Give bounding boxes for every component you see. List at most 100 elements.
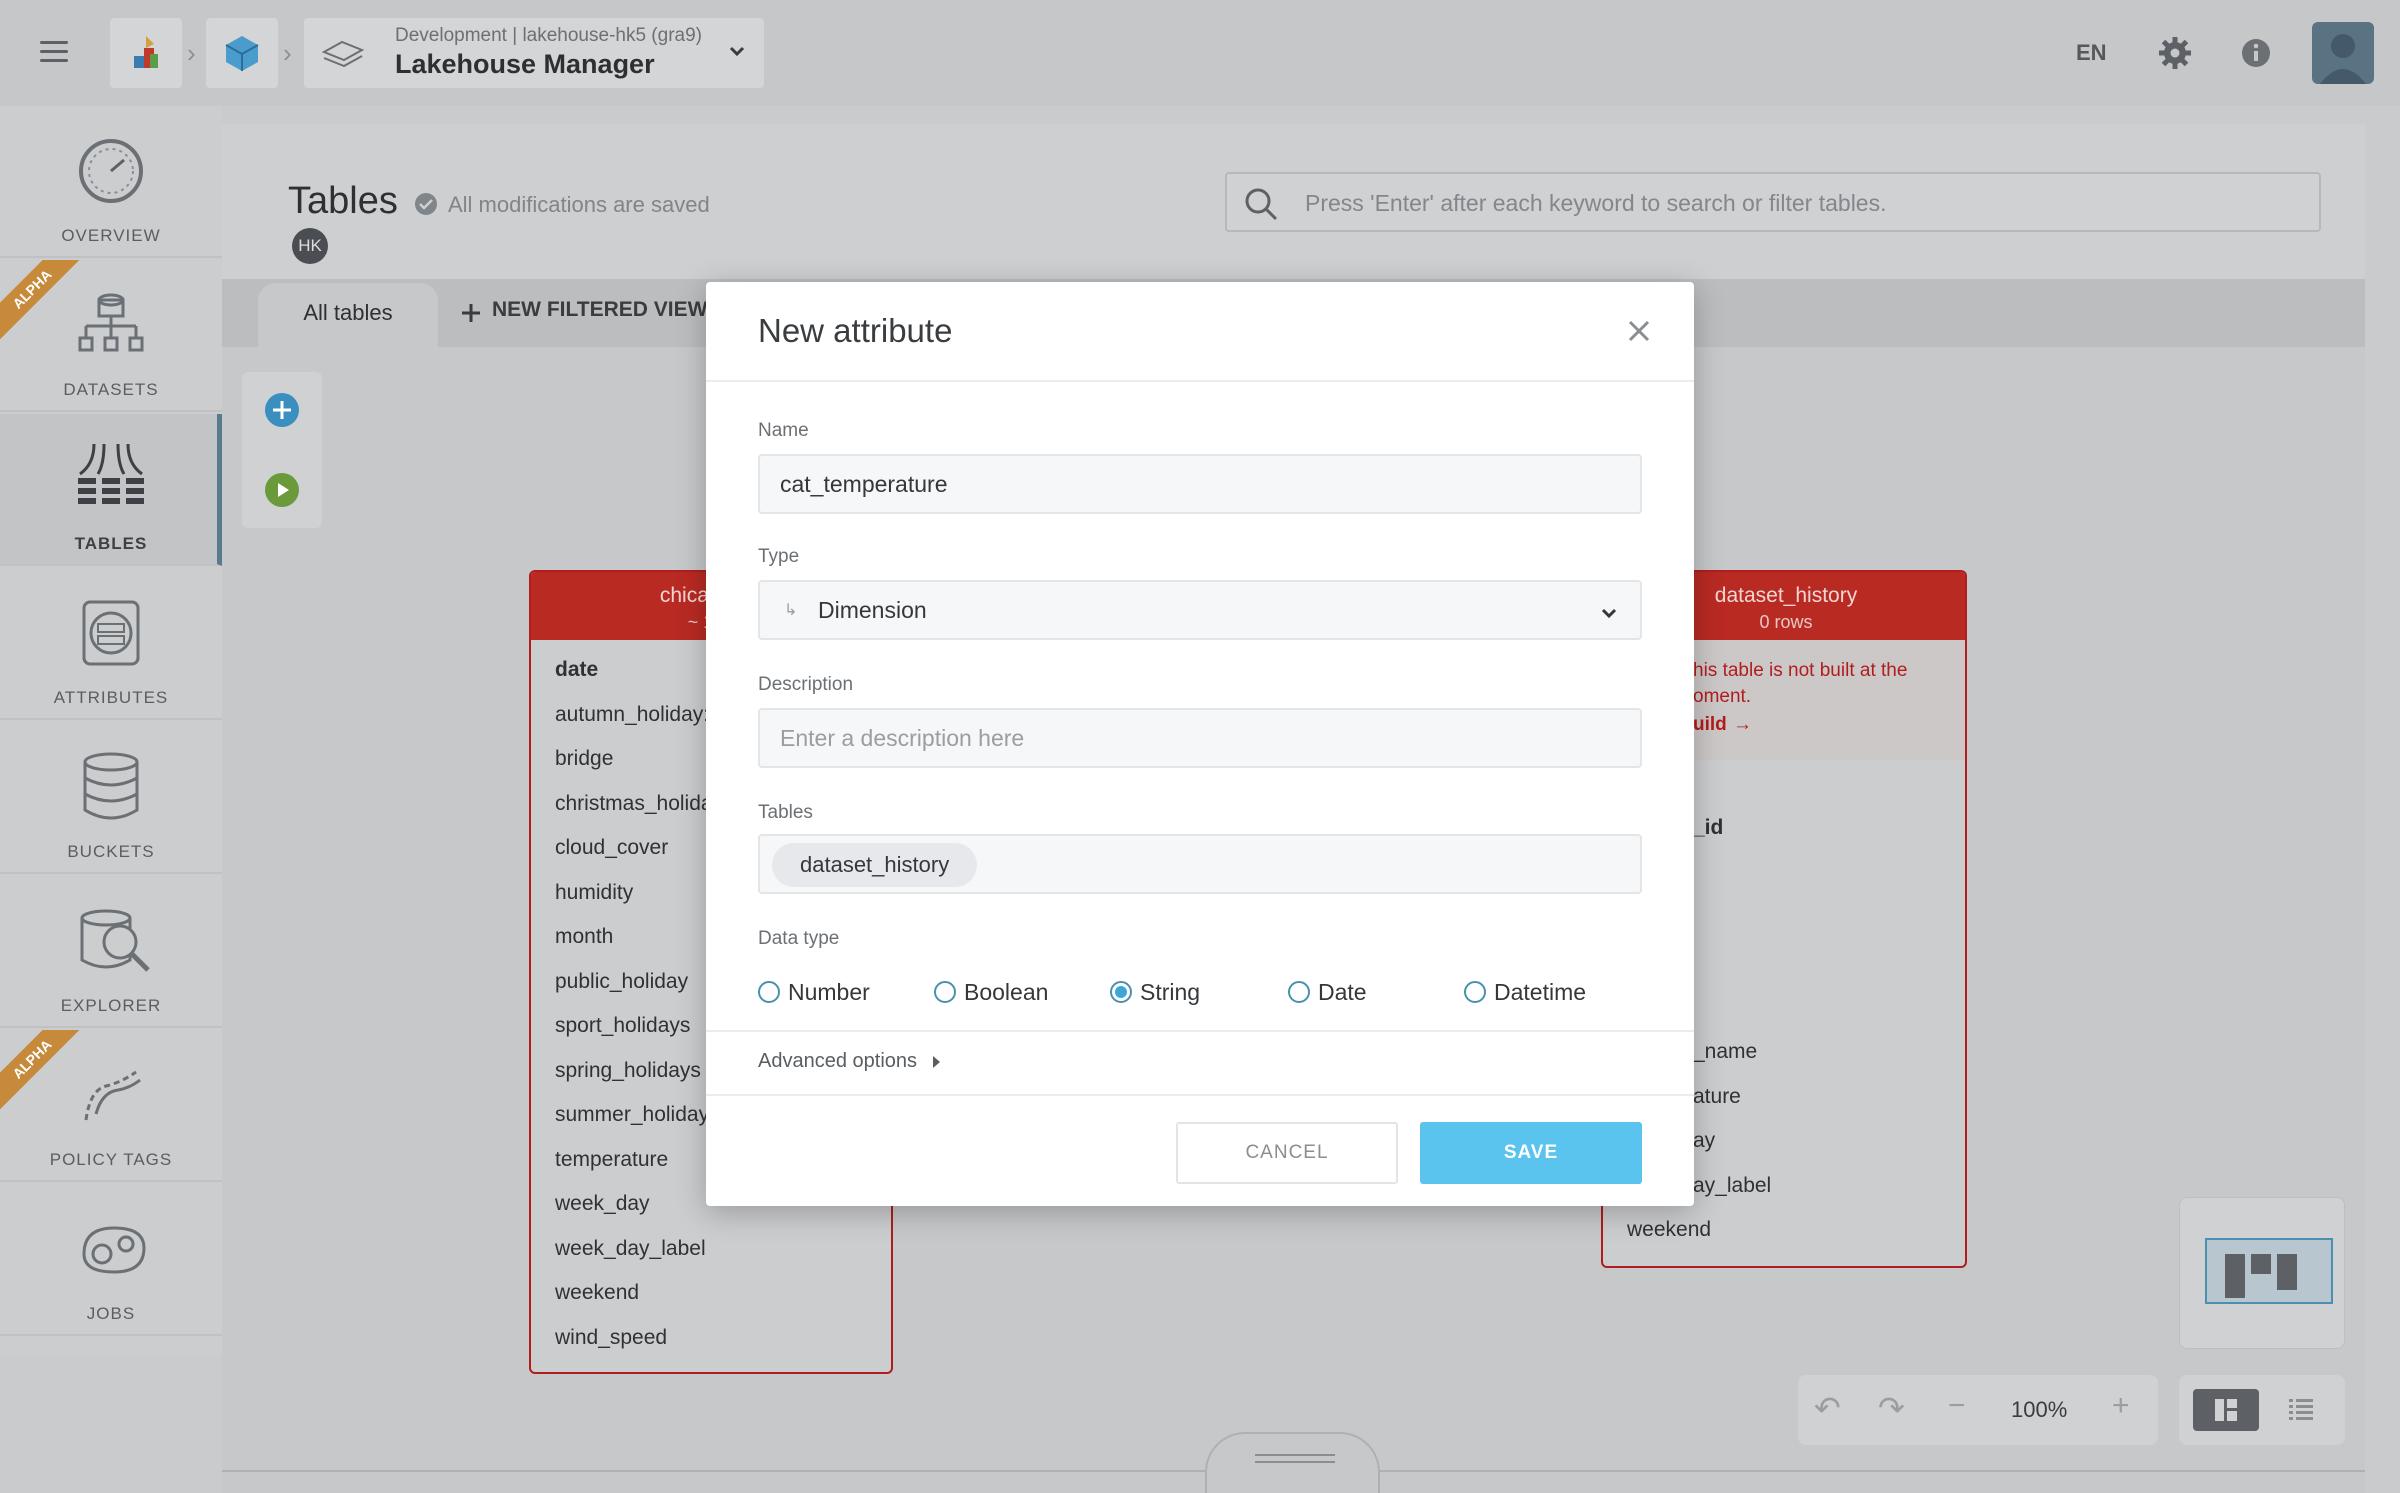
view-toggle [2179,1375,2345,1445]
lakehouse-button[interactable] [206,18,278,88]
info-icon[interactable] [2240,37,2272,69]
list-item[interactable]: ature [1693,1085,1741,1109]
description-input[interactable]: Enter a description here [758,708,1642,768]
list-item[interactable]: christmas_holida [555,792,713,816]
arrow-right-icon: → [1733,714,1752,735]
sidebar-item-policy-tags[interactable]: ALPHA POLICY TAGS [0,1030,222,1182]
search-input[interactable]: Press 'Enter' after each keyword to sear… [1225,172,2321,232]
list-item[interactable]: temperature [555,1148,668,1172]
list-item[interactable]: humidity [555,881,633,905]
graph-view-button[interactable] [2193,1389,2259,1431]
caret-right-icon[interactable] [930,1054,942,1070]
cube-icon [225,36,259,71]
list-item[interactable]: _name [1693,1040,1757,1064]
list-item[interactable]: _id [1693,816,1723,840]
radio-number[interactable]: Number [758,977,870,1007]
cancel-button[interactable]: CANCEL [1176,1122,1398,1184]
list-item[interactable]: ay [1693,1129,1715,1153]
breadcrumb-separator: › [187,38,196,68]
dataset-tree-icon [78,293,144,352]
zoom-out-icon[interactable]: − [1948,1389,1966,1423]
sidebar-item-label: EXPLORER [60,996,162,1015]
gear-icon[interactable] [2158,36,2192,70]
search-placeholder: Press 'Enter' after each keyword to sear… [1305,190,1887,216]
page-title: Tables [288,180,398,222]
list-item[interactable]: week_day_label [555,1237,706,1261]
new-filtered-view-button[interactable]: NEW FILTERED VIEW [492,298,707,322]
add-circle-icon[interactable] [264,392,300,428]
sidebar-item-overview[interactable]: OVERVIEW [0,106,222,258]
list-item[interactable]: date [555,658,598,682]
gauge-icon [79,139,143,203]
tables-icon [78,444,144,504]
chevron-down-icon[interactable] [726,40,748,62]
layers-icon [321,40,365,68]
save-button[interactable]: SAVE [1420,1122,1642,1184]
list-item[interactable]: cloud_cover [555,836,668,860]
sidebar-item-tables[interactable]: TABLES [0,414,222,566]
undo-icon[interactable]: ↶ [1814,1389,1841,1427]
sidebar-item-label: DATASETS [63,380,159,399]
list-item[interactable]: wind_speed [555,1326,667,1350]
name-label: Name [758,420,809,441]
sidebar-item-jobs[interactable]: JOBS [0,1184,222,1336]
warning-text: his table is not built at the [1693,660,1908,681]
radio-boolean[interactable]: Boolean [934,977,1048,1007]
type-label: Type [758,546,800,567]
list-item[interactable]: sport_holidays [555,1014,690,1038]
tab-all-tables[interactable]: All tables [258,283,438,347]
list-item[interactable]: week_day [555,1192,650,1216]
zoom-in-icon[interactable]: + [2112,1389,2130,1423]
name-input[interactable]: cat_temperature [758,454,1642,514]
check-circle-icon [415,193,437,215]
app-logo-button[interactable] [110,18,182,88]
sidebar-item-label: BUCKETS [67,842,155,861]
radio-date[interactable]: Date [1288,977,1367,1007]
breadcrumb-separator: › [283,38,292,68]
list-item[interactable]: summer_holiday [555,1103,709,1127]
list-item[interactable]: autumn_holiday: [555,703,709,727]
zoom-level: 100% [2011,1397,2068,1422]
list-item[interactable]: ay_label [1693,1174,1771,1198]
canvas-toolbox [242,372,322,528]
sidebar-item-datasets[interactable]: ALPHA DATASETS [0,260,222,412]
menu-icon[interactable] [40,41,68,63]
avatar[interactable] [2312,22,2374,84]
advanced-options-toggle[interactable]: Advanced options [758,1050,917,1073]
radio-datetime[interactable]: Datetime [1464,977,1586,1007]
list-icon[interactable] [2289,1399,2313,1421]
chevron-down-icon[interactable] [1598,602,1620,624]
tables-input[interactable]: dataset_history [758,834,1642,894]
search-icon [1245,188,1278,221]
table-chip[interactable]: dataset_history [772,843,978,887]
drawer-handle[interactable] [1205,1432,1380,1493]
save-status: All modifications are saved [448,192,710,217]
list-item[interactable]: weekend [555,1281,639,1305]
minimap[interactable] [2179,1197,2345,1349]
list-item[interactable]: bridge [555,747,613,771]
type-select[interactable]: Dimension [758,580,1642,640]
owner-badge[interactable]: HK [292,228,328,264]
build-link[interactable]: uild [1693,714,1727,736]
zoom-controls: ↶ ↷ − 100% + [1798,1375,2158,1445]
minimap-viewport[interactable] [2205,1238,2333,1304]
list-item[interactable]: month [555,925,613,949]
sidebar-item-buckets[interactable]: BUCKETS [0,722,222,874]
radio-string[interactable]: String [1110,977,1200,1007]
logo-icon [134,36,158,68]
list-item[interactable]: spring_holidays [555,1059,701,1083]
redo-icon[interactable]: ↷ [1878,1389,1905,1427]
close-icon[interactable] [1624,316,1654,346]
language-selector[interactable]: EN [2076,40,2107,66]
sidebar-item-label: TABLES [74,534,148,553]
sidebar-item-attributes[interactable]: ATTRIBUTES [0,568,222,720]
play-circle-icon[interactable] [264,472,300,508]
dialog-title: New attribute [758,312,953,349]
sidebar-item-explorer[interactable]: EXPLORER [0,876,222,1028]
sidebar-item-label: OVERVIEW [61,226,161,245]
list-item[interactable]: weekend [1627,1218,1711,1242]
list-item[interactable]: public_holiday [555,970,688,994]
app-title: Lakehouse Manager [395,49,655,79]
policy-tags-icon [84,1070,141,1121]
plus-icon[interactable] [460,302,482,324]
